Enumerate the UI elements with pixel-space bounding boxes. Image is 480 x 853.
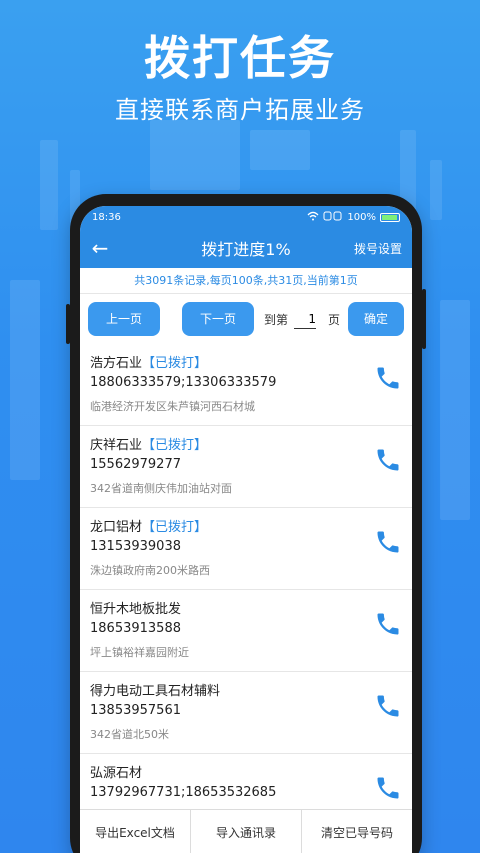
list-item[interactable]: 龙口铝材【已拨打】 13153939038 洙边镇政府南200米路西 <box>80 508 412 590</box>
merchant-address: 342省道南侧庆伟加油站对面 <box>90 482 232 495</box>
goto-prefix-label: 到第 <box>264 312 289 327</box>
merchant-phone: 18653913588 <box>90 621 181 636</box>
merchant-name: 恒升木地板批发 <box>90 602 182 617</box>
dial-settings-button[interactable]: 拨号设置 <box>354 240 402 257</box>
dialed-tag: 【已拨打】 <box>142 438 208 453</box>
list-item[interactable]: 得力电动工具石材辅料 13853957561 342省道北50米 <box>80 672 412 754</box>
merchant-name: 龙口铝材 <box>90 520 143 535</box>
confirm-page-button[interactable]: 确定 <box>348 302 404 336</box>
next-page-button[interactable]: 下一页 <box>182 302 254 336</box>
import-contacts-button[interactable]: 导入通讯录 <box>191 810 302 853</box>
records-summary: 共3091条记录,每页100条,共31页,当前第1页 <box>80 268 412 294</box>
wifi-icon <box>307 211 319 224</box>
pagination-bar: 上一页 下一页 到第 页 确定 <box>80 294 412 344</box>
phone-call-icon[interactable] <box>374 364 402 392</box>
goto-suffix-label: 页 <box>328 312 341 327</box>
phone-frame: 18:36 100% ← 拨打进度1% 拨号设置 共3091条记录,每页100条… <box>66 194 426 853</box>
merchant-name: 庆祥石业 <box>90 438 143 453</box>
merchant-phone: 18806333579;13306333579 <box>90 375 277 390</box>
phone-call-icon[interactable] <box>374 446 402 474</box>
phone-call-icon[interactable] <box>374 528 402 556</box>
merchant-name: 弘源石材 <box>90 766 143 781</box>
page-number-input[interactable] <box>294 309 317 329</box>
list-item[interactable]: 浩方石业【已拨打】 18806333579;13306333579 临港经济开发… <box>80 344 412 426</box>
signal-icon <box>323 211 343 224</box>
merchant-list: 浩方石业【已拨打】 18806333579;13306333579 临港经济开发… <box>80 344 412 809</box>
status-bar: 18:36 100% <box>80 206 412 228</box>
battery-percent: 100% <box>347 211 376 223</box>
arrow-left-icon[interactable]: ← <box>80 236 120 260</box>
merchant-address: 洙边镇政府南200米路西 <box>90 564 210 577</box>
merchant-address: 342省道北50米 <box>90 728 169 741</box>
phone-call-icon[interactable] <box>374 774 402 802</box>
merchant-name: 得力电动工具石材辅料 <box>90 684 221 699</box>
list-item[interactable]: 庆祥石业【已拨打】 15562979277 342省道南侧庆伟加油站对面 <box>80 426 412 508</box>
merchant-phone: 13153939038 <box>90 539 181 554</box>
merchant-phone: 15562979277 <box>90 457 181 472</box>
prev-page-button[interactable]: 上一页 <box>88 302 160 336</box>
merchant-address: 临港经济开发区朱芦镇河西石材城 <box>90 400 255 413</box>
dialed-tag: 【已拨打】 <box>142 356 208 371</box>
battery-icon <box>380 212 400 222</box>
list-item[interactable]: 恒升木地板批发 18653913588 坪上镇裕祥嘉园附近 <box>80 590 412 672</box>
phone-call-icon[interactable] <box>374 692 402 720</box>
promo-subtitle: 直接联系商户拓展业务 <box>115 96 365 124</box>
clear-imported-button[interactable]: 清空已导号码 <box>302 810 412 853</box>
promo-title: 拨打任务 <box>144 31 336 85</box>
dialed-tag: 【已拨打】 <box>142 520 208 535</box>
export-excel-button[interactable]: 导出Excel文档 <box>80 810 191 853</box>
app-bar: ← 拨打进度1% 拨号设置 <box>80 228 412 268</box>
merchant-name: 浩方石业 <box>90 356 143 371</box>
status-time: 18:36 <box>92 211 121 223</box>
app-screen: 18:36 100% ← 拨打进度1% 拨号设置 共3091条记录,每页100条… <box>80 206 412 853</box>
list-item[interactable]: 弘源石材 13792967731;18653532685 <box>80 754 412 809</box>
bottom-action-bar: 导出Excel文档 导入通讯录 清空已导号码 <box>80 809 412 853</box>
merchant-address: 坪上镇裕祥嘉园附近 <box>90 646 189 659</box>
merchant-phone: 13792967731;18653532685 <box>90 785 277 800</box>
phone-call-icon[interactable] <box>374 610 402 638</box>
merchant-phone: 13853957561 <box>90 703 181 718</box>
